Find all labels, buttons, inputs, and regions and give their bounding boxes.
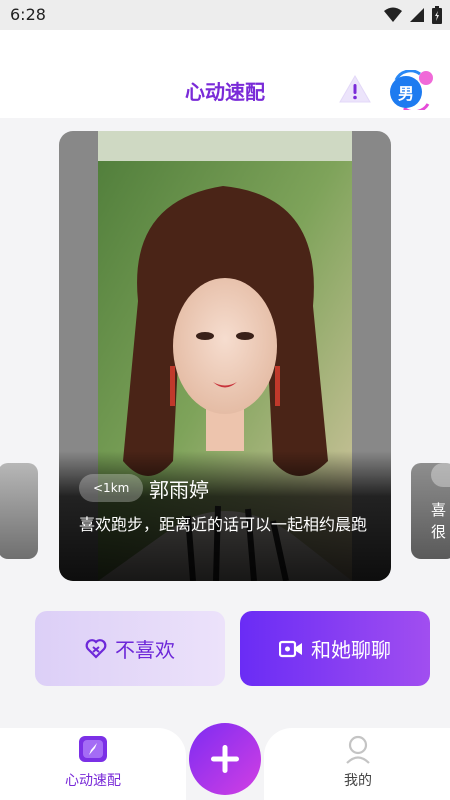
tab-match[interactable]: 心动速配 <box>33 734 153 790</box>
wifi-icon <box>384 7 402 22</box>
user-icon <box>346 735 370 764</box>
tab-profile[interactable]: 我的 <box>298 734 418 790</box>
profile-card[interactable]: <1km 郭雨婷 喜欢跑步，距离近的话可以一起相约晨跑 <box>59 131 391 581</box>
preview-text-line2: 很 <box>431 523 447 541</box>
cellular-icon <box>410 8 424 22</box>
page-title: 心动速配 <box>185 80 265 104</box>
report-button[interactable] <box>339 74 371 103</box>
profile-bio: 喜欢跑步，距离近的话可以一起相约晨跑 <box>79 515 368 534</box>
previous-profile-card[interactable] <box>0 463 38 559</box>
chat-button[interactable]: 和她聊聊 <box>240 611 430 686</box>
add-button[interactable] <box>189 723 261 795</box>
distance-badge-preview <box>431 463 450 487</box>
tab-profile-label: 我的 <box>344 773 372 789</box>
dislike-label: 不喜欢 <box>115 638 175 662</box>
warning-icon <box>339 74 371 103</box>
gender-toggle-button[interactable]: 男 <box>390 70 436 110</box>
status-icons <box>384 6 442 24</box>
video-call-icon <box>279 640 302 657</box>
plus-icon <box>211 745 239 773</box>
dislike-button[interactable]: 不喜欢 <box>35 611 225 686</box>
next-profile-card[interactable]: 喜 很 <box>411 463 450 559</box>
app-header: 心动速配 男 <box>0 30 450 118</box>
compass-icon <box>79 736 107 762</box>
chat-label: 和她聊聊 <box>311 638 391 662</box>
status-time: 6:28 <box>10 5 46 24</box>
distance-badge: <1km <box>79 474 144 502</box>
preview-text-line1: 喜 <box>431 501 447 519</box>
tab-match-label: 心动速配 <box>65 773 121 789</box>
gender-badge: 男 <box>390 76 422 108</box>
status-bar: 6:28 <box>0 0 450 30</box>
broken-heart-icon <box>85 638 107 659</box>
battery-icon <box>432 6 442 24</box>
profile-name: 郭雨婷 <box>149 478 209 502</box>
